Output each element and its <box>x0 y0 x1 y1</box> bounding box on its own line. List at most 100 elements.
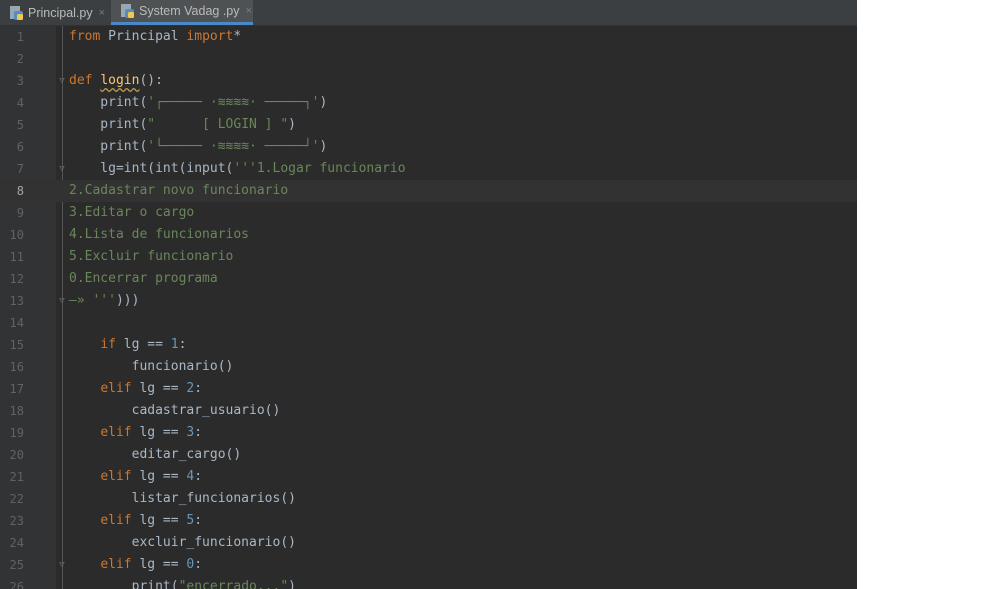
code-token: cadastrar_usuario() <box>69 403 281 418</box>
code-line[interactable]: 1 from Principal import* <box>0 26 857 48</box>
code-line[interactable]: 23 elif lg == 5: <box>0 510 857 532</box>
code-line[interactable]: 2 <box>0 48 857 70</box>
close-icon[interactable]: × <box>99 7 105 19</box>
code-line[interactable]: 5 print(" [ LOGIN ] ") <box>0 114 857 136</box>
line-number: 23 <box>9 514 24 528</box>
code-token: print( <box>69 139 148 154</box>
code-line[interactable]: 24 excluir_funcionario() <box>0 532 857 554</box>
code-line[interactable]: 3 ▽ def login(): <box>0 70 857 92</box>
line-number: 20 <box>9 448 24 462</box>
line-number: 13 <box>9 294 24 308</box>
code-line[interactable]: 16 funcionario() <box>0 356 857 378</box>
code-line[interactable]: 9 3.Editar o cargo <box>0 202 857 224</box>
code-token: : <box>194 381 203 396</box>
code-text: listar_funcionarios() <box>69 488 296 510</box>
fold-marker-icon[interactable]: ▽ <box>57 70 67 92</box>
code-line[interactable]: 18 cadastrar_usuario() <box>0 400 857 422</box>
code-line[interactable]: 26 print("encerrado...") <box>0 576 857 589</box>
code-text: funcionario() <box>69 356 234 378</box>
code-text: print('┌───── ·≋≋≋≋· ─────┐') <box>69 92 327 114</box>
code-text: print(" [ LOGIN ] ") <box>69 114 296 136</box>
line-number: 26 <box>9 580 24 589</box>
code-text: elif lg == 5: <box>69 510 202 532</box>
code-text: editar_cargo() <box>69 444 242 466</box>
tab-label: Principal.py <box>28 5 93 20</box>
code-token: '└───── ·≋≋≋≋· ─────┘' <box>147 139 320 154</box>
code-line[interactable]: 11 5.Excluir funcionario <box>0 246 857 268</box>
tab-system-vadag-py[interactable]: System Vadag .py × <box>111 0 253 25</box>
python-file-icon <box>121 4 134 18</box>
code-token: 1 <box>170 337 179 352</box>
code-line[interactable]: 4 print('┌───── ·≋≋≋≋· ─────┐') <box>0 92 857 114</box>
code-line[interactable]: 13 ▽ —» '''))) <box>0 290 857 312</box>
code-line[interactable]: 8 2.Cadastrar novo funcionario <box>0 180 857 202</box>
fold-marker-icon[interactable]: ▽ <box>57 554 67 576</box>
code-token: lg == <box>123 337 171 352</box>
code-text: print("encerrado...") <box>69 576 296 589</box>
code-line[interactable]: 10 4.Lista de funcionarios <box>0 224 857 246</box>
code-text: 5.Excluir funcionario <box>69 246 233 268</box>
code-token: import <box>186 29 234 44</box>
code-token: : <box>194 557 203 572</box>
code-token: excluir_funcionario() <box>69 535 296 550</box>
code-token: —» ''' <box>69 293 116 308</box>
code-line[interactable]: 17 elif lg == 2: <box>0 378 857 400</box>
code-text: elif lg == 4: <box>69 466 202 488</box>
code-token: 0.Encerrar programa <box>69 271 218 286</box>
line-number: 22 <box>9 492 24 506</box>
code-text: from Principal import* <box>69 26 241 48</box>
tab-principal-py[interactable]: Principal.py × <box>0 0 110 25</box>
code-line[interactable]: 12 0.Encerrar programa <box>0 268 857 290</box>
line-number: 21 <box>9 470 24 484</box>
code-token: (): <box>139 73 163 88</box>
line-number: 5 <box>16 118 24 132</box>
code-token: ) <box>288 579 296 589</box>
line-number: 18 <box>9 404 24 418</box>
code-line[interactable]: 6 print('└───── ·≋≋≋≋· ─────┘') <box>0 136 857 158</box>
code-line[interactable]: 15 if lg == 1: <box>0 334 857 356</box>
code-text: def login(): <box>69 70 163 92</box>
ide-window: Principal.py × System Vadag .py × 1 from … <box>0 0 857 589</box>
code-line[interactable]: 14 <box>0 312 857 334</box>
code-token: lg == <box>139 469 187 484</box>
line-number: 4 <box>16 96 24 110</box>
line-number: 25 <box>9 558 24 572</box>
tab-label: System Vadag .py <box>139 4 240 18</box>
code-token: def <box>69 73 101 88</box>
code-line[interactable]: 21 elif lg == 4: <box>0 466 857 488</box>
code-text: excluir_funcionario() <box>69 532 296 554</box>
code-token: * <box>233 29 242 44</box>
code-token: ) <box>319 139 328 154</box>
code-line[interactable]: 20 editar_cargo() <box>0 444 857 466</box>
fold-marker-icon[interactable]: ▽ <box>57 158 67 180</box>
close-icon[interactable]: × <box>246 5 252 17</box>
code-token: elif <box>100 557 140 572</box>
code-token: 3.Editar o cargo <box>69 205 195 220</box>
code-text: 4.Lista de funcionarios <box>69 224 249 246</box>
code-token: " [ LOGIN ] " <box>147 117 289 132</box>
line-number: 7 <box>16 162 24 176</box>
line-number: 14 <box>9 316 24 330</box>
code-text: elif lg == 0: <box>69 554 202 576</box>
code-token: print( <box>69 117 148 132</box>
code-editor[interactable]: 1 from Principal import* 2 3 ▽ def login(): 4 … <box>0 26 857 589</box>
code-token: : <box>194 425 203 440</box>
code-token: : <box>194 469 203 484</box>
code-line[interactable]: 7 ▽ lg=int(int(input('''1.Logar funcionar… <box>0 158 857 180</box>
line-number: 19 <box>9 426 24 440</box>
code-token: Principal <box>108 29 187 44</box>
code-text: lg=int(int(input('''1.Logar funcionario <box>69 158 405 180</box>
code-token: lg=int(int(input( <box>69 161 234 176</box>
code-token: elif <box>100 513 140 528</box>
code-line[interactable]: 19 elif lg == 3: <box>0 422 857 444</box>
code-text: 0.Encerrar programa <box>69 268 218 290</box>
code-token: from <box>69 29 109 44</box>
code-line[interactable]: 22 listar_funcionarios() <box>0 488 857 510</box>
fold-marker-icon[interactable]: ▽ <box>57 290 67 312</box>
code-token: ))) <box>115 293 140 308</box>
code-line[interactable]: 25 ▽ elif lg == 0: <box>0 554 857 576</box>
